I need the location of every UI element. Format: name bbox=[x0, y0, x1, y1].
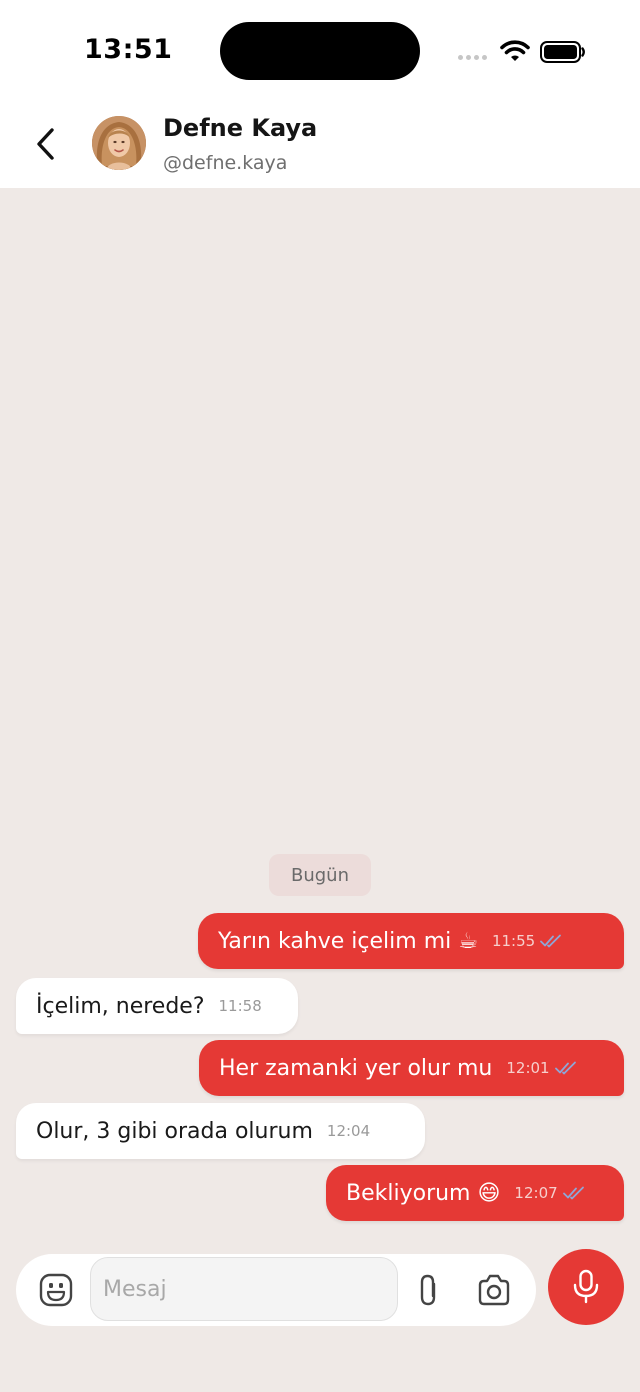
wifi-icon bbox=[500, 40, 530, 61]
avatar[interactable] bbox=[92, 116, 146, 170]
battery-icon bbox=[540, 41, 585, 63]
message-text: Yarın kahve içelim mi ☕ bbox=[218, 928, 478, 954]
message-time: 12:01 bbox=[506, 1059, 550, 1077]
message-bubble-incoming[interactable]: Olur, 3 gibi orada olurum 12:04 bbox=[16, 1103, 425, 1159]
message-composer bbox=[16, 1254, 536, 1326]
status-time: 13:51 bbox=[84, 34, 173, 65]
message-time: 11:55 bbox=[491, 932, 536, 950]
message-time: 12:04 bbox=[326, 1122, 371, 1140]
date-separator: Bugün bbox=[269, 854, 371, 896]
paperclip-icon[interactable] bbox=[414, 1272, 446, 1308]
message-text: Bekliyorum 😄 bbox=[346, 1180, 501, 1206]
voice-record-button[interactable] bbox=[548, 1249, 624, 1325]
chevron-left-icon bbox=[37, 128, 54, 160]
read-receipt-icon bbox=[540, 934, 562, 948]
status-bar: 13:51 bbox=[0, 0, 640, 100]
camera-icon[interactable] bbox=[476, 1272, 512, 1308]
message-input[interactable] bbox=[90, 1257, 398, 1321]
message-bubble-outgoing[interactable]: Yarın kahve içelim mi ☕ 11:55 bbox=[198, 913, 624, 969]
message-bubble-outgoing[interactable]: Her zamanki yer olur mu 12:01 bbox=[199, 1040, 624, 1096]
contact-handle: @defne.kaya bbox=[163, 152, 288, 174]
cellular-signal-icon bbox=[458, 55, 487, 60]
chat-header: Defne Kaya @defne.kaya bbox=[0, 100, 640, 188]
message-time: 12:07 bbox=[514, 1184, 558, 1202]
read-receipt-icon bbox=[554, 1061, 576, 1075]
message-text: Her zamanki yer olur mu bbox=[219, 1055, 493, 1081]
dynamic-island bbox=[220, 22, 420, 80]
message-time: 11:58 bbox=[218, 997, 262, 1015]
message-text: Olur, 3 gibi orada olurum bbox=[36, 1118, 313, 1144]
back-button[interactable] bbox=[26, 122, 66, 166]
microphone-icon bbox=[573, 1269, 599, 1304]
message-text: İçelim, nerede? bbox=[36, 993, 205, 1019]
contact-name[interactable]: Defne Kaya bbox=[163, 114, 317, 142]
read-receipt-icon bbox=[562, 1186, 584, 1200]
emoji-icon[interactable] bbox=[38, 1272, 74, 1308]
message-bubble-incoming[interactable]: İçelim, nerede? 11:58 bbox=[16, 978, 298, 1034]
avatar-photo bbox=[92, 116, 146, 170]
message-bubble-outgoing[interactable]: Bekliyorum 😄 12:07 bbox=[326, 1165, 624, 1221]
